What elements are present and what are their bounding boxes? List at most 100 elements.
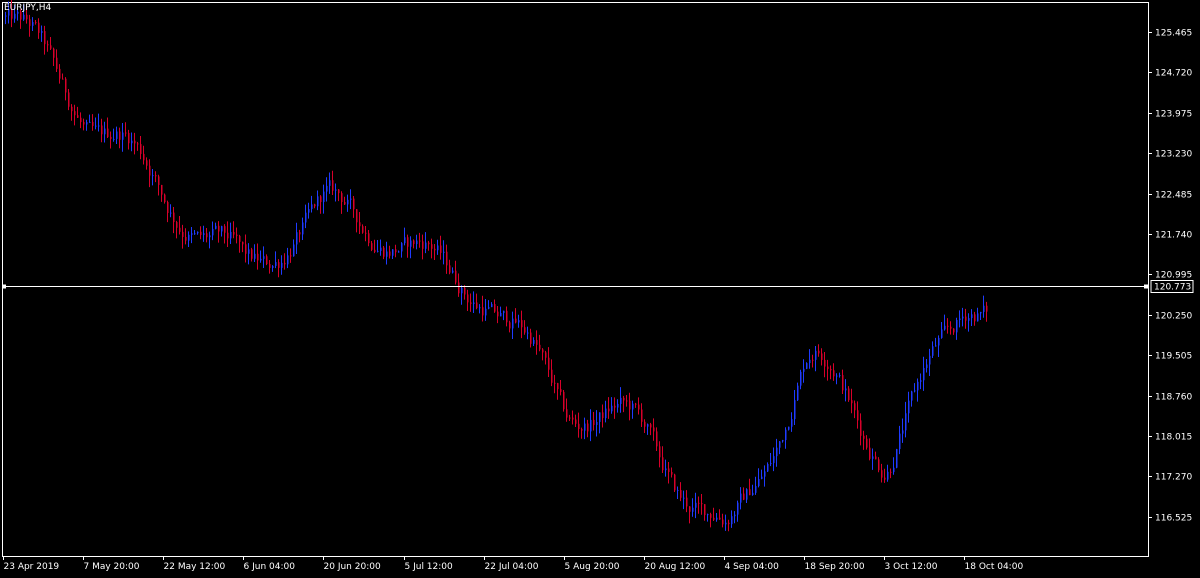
candle-body	[620, 397, 622, 404]
candle	[293, 239, 295, 257]
candle-body	[881, 470, 883, 478]
candle	[893, 457, 895, 475]
candle-body	[929, 355, 931, 365]
candle-body	[221, 226, 223, 232]
candle	[233, 221, 235, 239]
candle-body	[287, 255, 289, 265]
candle-body	[386, 251, 388, 257]
candle	[332, 170, 334, 195]
candle-body	[62, 78, 64, 80]
candle	[629, 392, 631, 421]
candle-body	[905, 413, 907, 431]
candle	[809, 349, 811, 369]
candle	[716, 513, 718, 522]
candle	[65, 77, 67, 101]
candle	[440, 235, 442, 260]
candle	[356, 208, 358, 233]
candle	[407, 234, 409, 258]
price-line-handle[interactable]	[2, 284, 6, 289]
price-line-handle[interactable]	[1144, 284, 1148, 289]
candle-body	[956, 319, 958, 333]
candle	[314, 203, 316, 209]
candle-body	[761, 476, 763, 479]
candle	[32, 17, 34, 31]
candle	[596, 410, 598, 437]
candle-body	[182, 231, 184, 238]
candle-body	[599, 412, 601, 422]
candle-body	[140, 144, 142, 154]
candle	[824, 351, 826, 378]
candle	[50, 36, 52, 51]
candle-body	[452, 270, 454, 273]
candle	[200, 226, 202, 240]
y-tick-label: 117.270	[1155, 473, 1192, 483]
candle	[197, 231, 199, 235]
candle-body	[311, 204, 313, 210]
candle-body	[92, 121, 94, 126]
candle	[833, 363, 835, 381]
candle	[350, 189, 352, 210]
candle-body	[317, 196, 319, 207]
candle-body	[350, 198, 352, 200]
candle	[380, 239, 382, 256]
candle	[347, 194, 349, 212]
candle-body	[779, 441, 781, 448]
candle	[386, 241, 388, 265]
candle-body	[38, 22, 40, 33]
candle	[518, 314, 520, 328]
candle-body	[863, 435, 865, 439]
y-tick-label: 120.995	[1155, 271, 1192, 281]
candle-body	[719, 517, 721, 520]
candle-body	[104, 128, 106, 135]
x-tick-label: 18 Oct 04:00	[965, 562, 1024, 572]
candle-body	[872, 456, 874, 459]
candle-body	[617, 403, 619, 408]
candle	[131, 132, 133, 152]
candle	[581, 427, 583, 439]
candle	[662, 446, 664, 473]
candle	[482, 295, 484, 322]
candle-body	[743, 493, 745, 500]
y-tick-label: 124.720	[1155, 69, 1192, 79]
candle-body	[782, 440, 784, 442]
candle	[167, 200, 169, 223]
candle	[779, 441, 781, 455]
candle	[983, 295, 985, 318]
candle	[584, 417, 586, 440]
candle	[149, 159, 151, 188]
candle	[704, 504, 706, 521]
price-chart[interactable]: 125.465 124.720 123.975 123.230 122.485 121.7…	[0, 0, 1200, 574]
x-tick-label: 5 Aug 20:00	[565, 562, 620, 572]
candle-body	[398, 251, 400, 253]
candle-body	[593, 419, 595, 425]
candle	[557, 382, 559, 400]
candle	[794, 389, 796, 426]
candle-body	[635, 403, 637, 405]
candle	[632, 400, 634, 419]
y-tick-label: 118.760	[1155, 393, 1192, 403]
candle-body	[29, 19, 31, 26]
candle	[806, 362, 808, 370]
candle	[194, 229, 196, 235]
candle	[599, 412, 601, 434]
candle-body	[74, 111, 76, 116]
candle-body	[803, 368, 805, 372]
candle	[389, 245, 391, 259]
candle-body	[944, 325, 946, 330]
candle-body	[500, 313, 502, 317]
candle-body	[446, 251, 448, 266]
candle	[902, 418, 904, 443]
current-price-label: 120.773	[1154, 283, 1191, 293]
candle	[224, 224, 226, 244]
candle-body	[962, 316, 964, 319]
candle	[695, 492, 697, 519]
candle	[263, 246, 265, 268]
candle-body	[842, 375, 844, 391]
candle	[800, 369, 802, 390]
candle-body	[455, 270, 457, 283]
chart-area[interactable]: 125.465 124.720 123.975 123.230 122.485 121.7…	[0, 0, 1200, 574]
candle-body	[839, 375, 841, 377]
candle	[755, 476, 757, 495]
candle-body	[821, 353, 823, 360]
candle-body	[485, 308, 487, 316]
